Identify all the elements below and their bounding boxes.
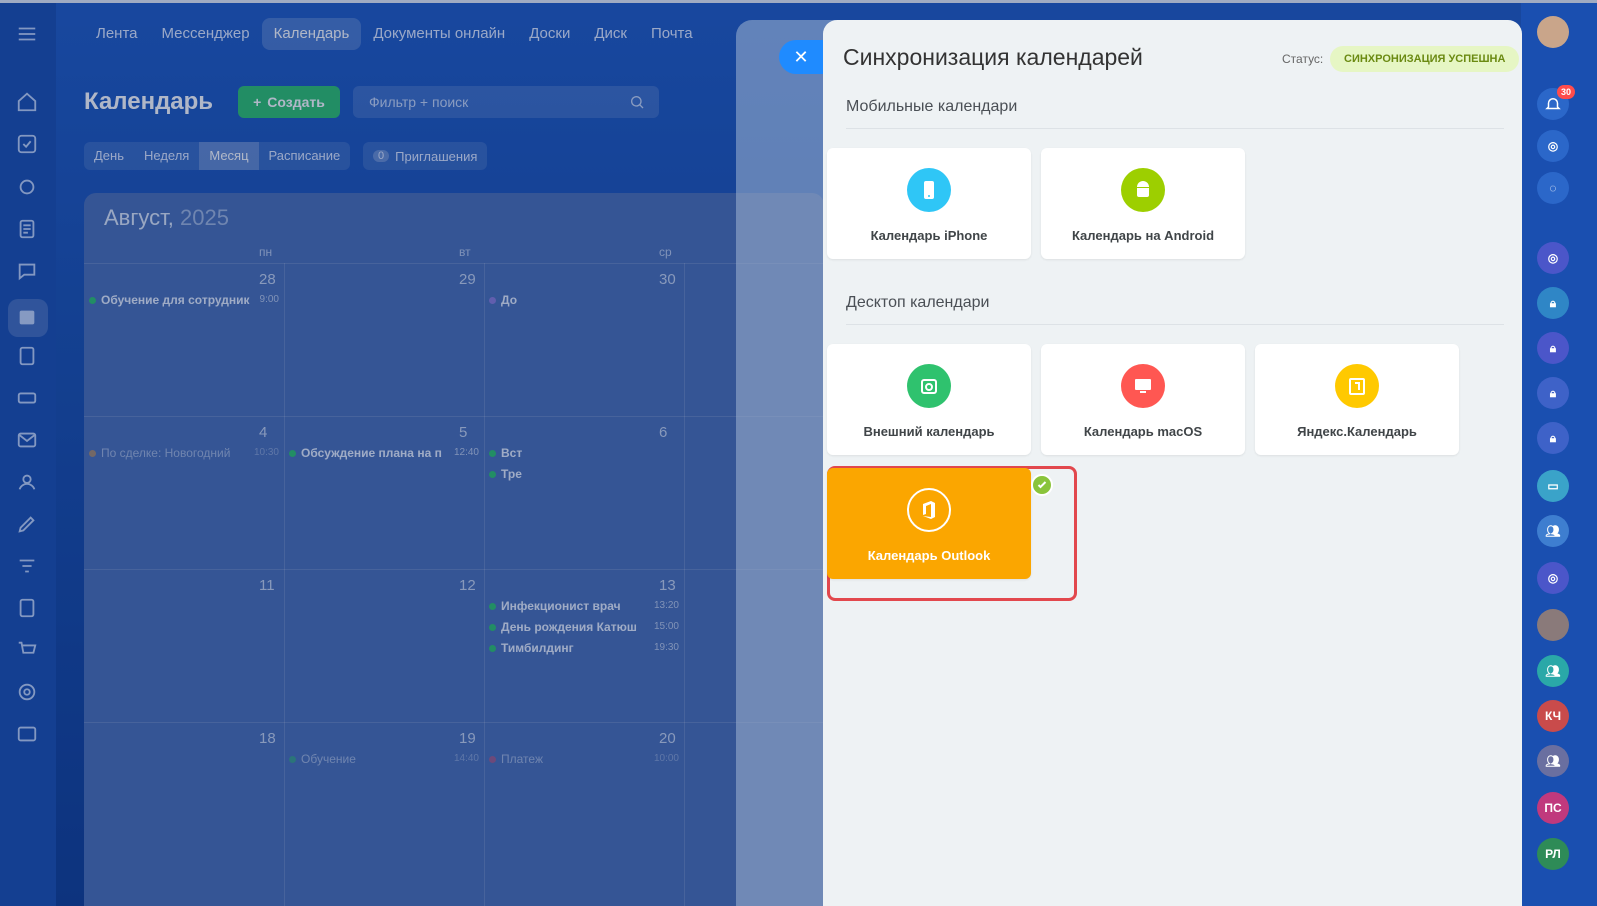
card-outlook[interactable]: Календарь Outlook bbox=[827, 468, 1031, 579]
group-chat-icon[interactable]: ▭ bbox=[1537, 470, 1569, 502]
chat-search-icon[interactable]: ◌ bbox=[1537, 172, 1569, 204]
card-label: Внешний календарь bbox=[863, 424, 995, 439]
android-icon bbox=[1121, 168, 1165, 212]
divider bbox=[846, 324, 1504, 325]
status-badge: СИНХРОНИЗАЦИЯ УСПЕШНА bbox=[1330, 46, 1520, 72]
card-external-calendar[interactable]: Внешний календарь bbox=[827, 344, 1031, 455]
group-icon-3[interactable]: 👥︎ bbox=[1537, 745, 1569, 777]
divider bbox=[846, 128, 1504, 129]
office-icon bbox=[907, 488, 951, 532]
lock-chat-icon-3[interactable]: 🔒︎ bbox=[1537, 377, 1569, 409]
status-label: Статус: bbox=[1282, 52, 1324, 66]
desktop-section-title: Десктоп календари bbox=[846, 294, 990, 311]
lock-chat-icon-4[interactable]: 🔒︎ bbox=[1537, 422, 1569, 454]
sync-slider-panel: Синхронизация календарей Статус: СИНХРОН… bbox=[823, 20, 1522, 906]
card-android[interactable]: Календарь на Android bbox=[1041, 148, 1245, 259]
lock-chat-icon-2[interactable]: 🔒︎ bbox=[1537, 332, 1569, 364]
copilot-chat-icon-2[interactable]: ◎ bbox=[1537, 562, 1569, 594]
contact-avatar[interactable] bbox=[1537, 609, 1569, 641]
mac-icon bbox=[1121, 364, 1165, 408]
card-iphone[interactable]: Календарь iPhone bbox=[827, 148, 1031, 259]
apple-phone-icon bbox=[907, 168, 951, 212]
card-yandex[interactable]: Яндекс.Календарь bbox=[1255, 344, 1459, 455]
sync-calendar-icon bbox=[907, 364, 951, 408]
copilot-chat-icon[interactable]: ◎ bbox=[1537, 242, 1569, 274]
avatar-kch[interactable]: КЧ bbox=[1537, 700, 1569, 732]
card-label: Календарь iPhone bbox=[870, 228, 988, 243]
avatar-rl[interactable]: РЛ bbox=[1537, 838, 1569, 870]
checkmark-icon bbox=[1031, 474, 1053, 496]
panel-title: Синхронизация календарей bbox=[843, 44, 1143, 70]
card-label: Яндекс.Календарь bbox=[1297, 424, 1417, 439]
copilot-icon[interactable]: ◎ bbox=[1537, 130, 1569, 162]
notification-badge: 30 bbox=[1557, 85, 1575, 99]
user-avatar[interactable] bbox=[1537, 16, 1569, 48]
card-label: Календарь macOS bbox=[1083, 424, 1203, 439]
close-button[interactable]: ✕ bbox=[779, 40, 823, 74]
card-macos[interactable]: Календарь macOS bbox=[1041, 344, 1245, 455]
avatar-ps[interactable]: ПС bbox=[1537, 792, 1569, 824]
card-label: Календарь Outlook bbox=[867, 548, 991, 563]
background-slider bbox=[736, 20, 836, 906]
lock-chat-icon[interactable]: 🔒︎ bbox=[1537, 287, 1569, 319]
mobile-section-title: Мобильные календари bbox=[846, 98, 1018, 115]
close-icon: ✕ bbox=[793, 46, 809, 67]
yandex-calendar-icon bbox=[1335, 364, 1379, 408]
card-label: Календарь на Android bbox=[1071, 228, 1215, 243]
group-icon[interactable]: 👥︎ bbox=[1537, 515, 1569, 547]
group-icon-2[interactable]: 👥︎ bbox=[1537, 655, 1569, 687]
